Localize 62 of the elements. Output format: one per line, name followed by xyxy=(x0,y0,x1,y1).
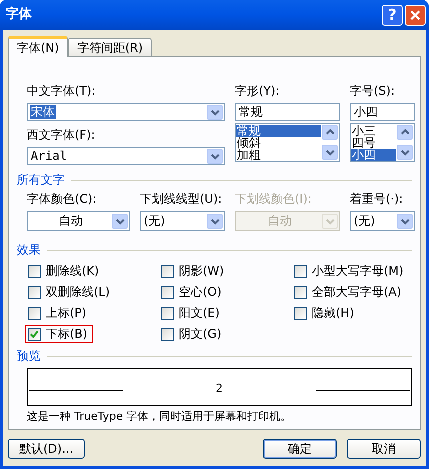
field-label: 下划线线型(U): xyxy=(140,191,224,207)
checkbox[interactable] xyxy=(161,286,174,298)
close-button[interactable] xyxy=(405,4,426,26)
dropdown[interactable]: (无) xyxy=(140,211,225,231)
section-heading: 效果 xyxy=(17,243,41,257)
tab[interactable]: 字体(N) xyxy=(8,36,68,57)
field-label: 下划线颜色(I): xyxy=(235,191,313,207)
checkbox[interactable] xyxy=(294,264,307,278)
field-label: 字体颜色(C): xyxy=(27,191,98,207)
scroll-down-button[interactable] xyxy=(397,145,413,160)
dropdown[interactable]: 宋体 xyxy=(27,103,225,121)
text-field[interactable]: 小四 xyxy=(350,103,415,121)
list-item[interactable]: 常规 xyxy=(236,125,321,137)
checkbox[interactable] xyxy=(28,328,41,340)
checkbox-label: 双删除线(L) xyxy=(46,285,110,299)
checkbox-label: 隐藏(H) xyxy=(312,306,354,320)
checkbox-label: 全部大写字母(A) xyxy=(312,285,402,299)
field-label: 中文字体(T): xyxy=(27,83,97,99)
dropdown[interactable]: 自动 xyxy=(27,211,130,231)
section-heading: 预览 xyxy=(17,349,41,363)
field-label: 着重号(·): xyxy=(350,191,404,207)
checkbox-label: 下标(B) xyxy=(46,327,88,341)
list-item[interactable]: 小三 xyxy=(351,125,396,137)
checkbox[interactable] xyxy=(161,328,174,340)
scroll-down-button[interactable] xyxy=(322,145,338,160)
checkbox-label: 空心(O) xyxy=(179,285,222,299)
checkbox[interactable] xyxy=(28,286,41,298)
checkbox[interactable] xyxy=(28,306,41,320)
list-item[interactable]: 小四 xyxy=(351,149,396,161)
field-label: 字号(S): xyxy=(350,83,396,99)
window-title: 字体 xyxy=(6,6,33,24)
list-item[interactable]: 加粗 xyxy=(236,149,321,161)
close-icon xyxy=(410,10,421,20)
dropdown[interactable]: (无) xyxy=(350,211,415,231)
list-item[interactable]: 四号 xyxy=(351,137,396,149)
text-field[interactable]: 常规 xyxy=(235,103,340,121)
dialog-button[interactable]: 确定 xyxy=(263,439,337,459)
checkbox-label: 上标(P) xyxy=(46,306,87,320)
dropdown[interactable]: Arial xyxy=(27,147,225,165)
checkbox-label: 小型大写字母(M) xyxy=(312,264,404,278)
checkbox-label: 删除线(K) xyxy=(46,264,100,278)
dropdown: 自动 xyxy=(235,211,340,231)
help-button[interactable]: ? xyxy=(382,4,403,26)
field-label: 西文字体(F): xyxy=(27,127,96,143)
checkbox-label: 阳文(E) xyxy=(179,306,220,320)
list-item[interactable]: 倾斜 xyxy=(236,137,321,149)
checkbox[interactable] xyxy=(294,286,307,298)
checkbox[interactable] xyxy=(161,306,174,320)
preview-sample: 2 xyxy=(216,380,223,397)
tab[interactable]: 字符间距(R) xyxy=(68,38,152,56)
checkbox-label: 阴影(W) xyxy=(179,264,224,278)
checkbox[interactable] xyxy=(161,264,174,278)
dialog-button[interactable]: 取消 xyxy=(347,439,421,459)
dialog-button[interactable]: 默认(D)... xyxy=(8,439,85,459)
checkbox[interactable] xyxy=(28,264,41,278)
field-label: 字形(Y): xyxy=(235,83,281,99)
scroll-up-button[interactable] xyxy=(397,125,413,140)
scroll-up-button[interactable] xyxy=(322,125,338,140)
checkbox-label: 阴文(G) xyxy=(179,327,222,341)
checkbox[interactable] xyxy=(294,306,307,320)
preview-note: 这是一种 TrueType 字体，同时适用于屏幕和打印机。 xyxy=(27,410,293,424)
section-heading: 所有文字 xyxy=(17,173,65,187)
